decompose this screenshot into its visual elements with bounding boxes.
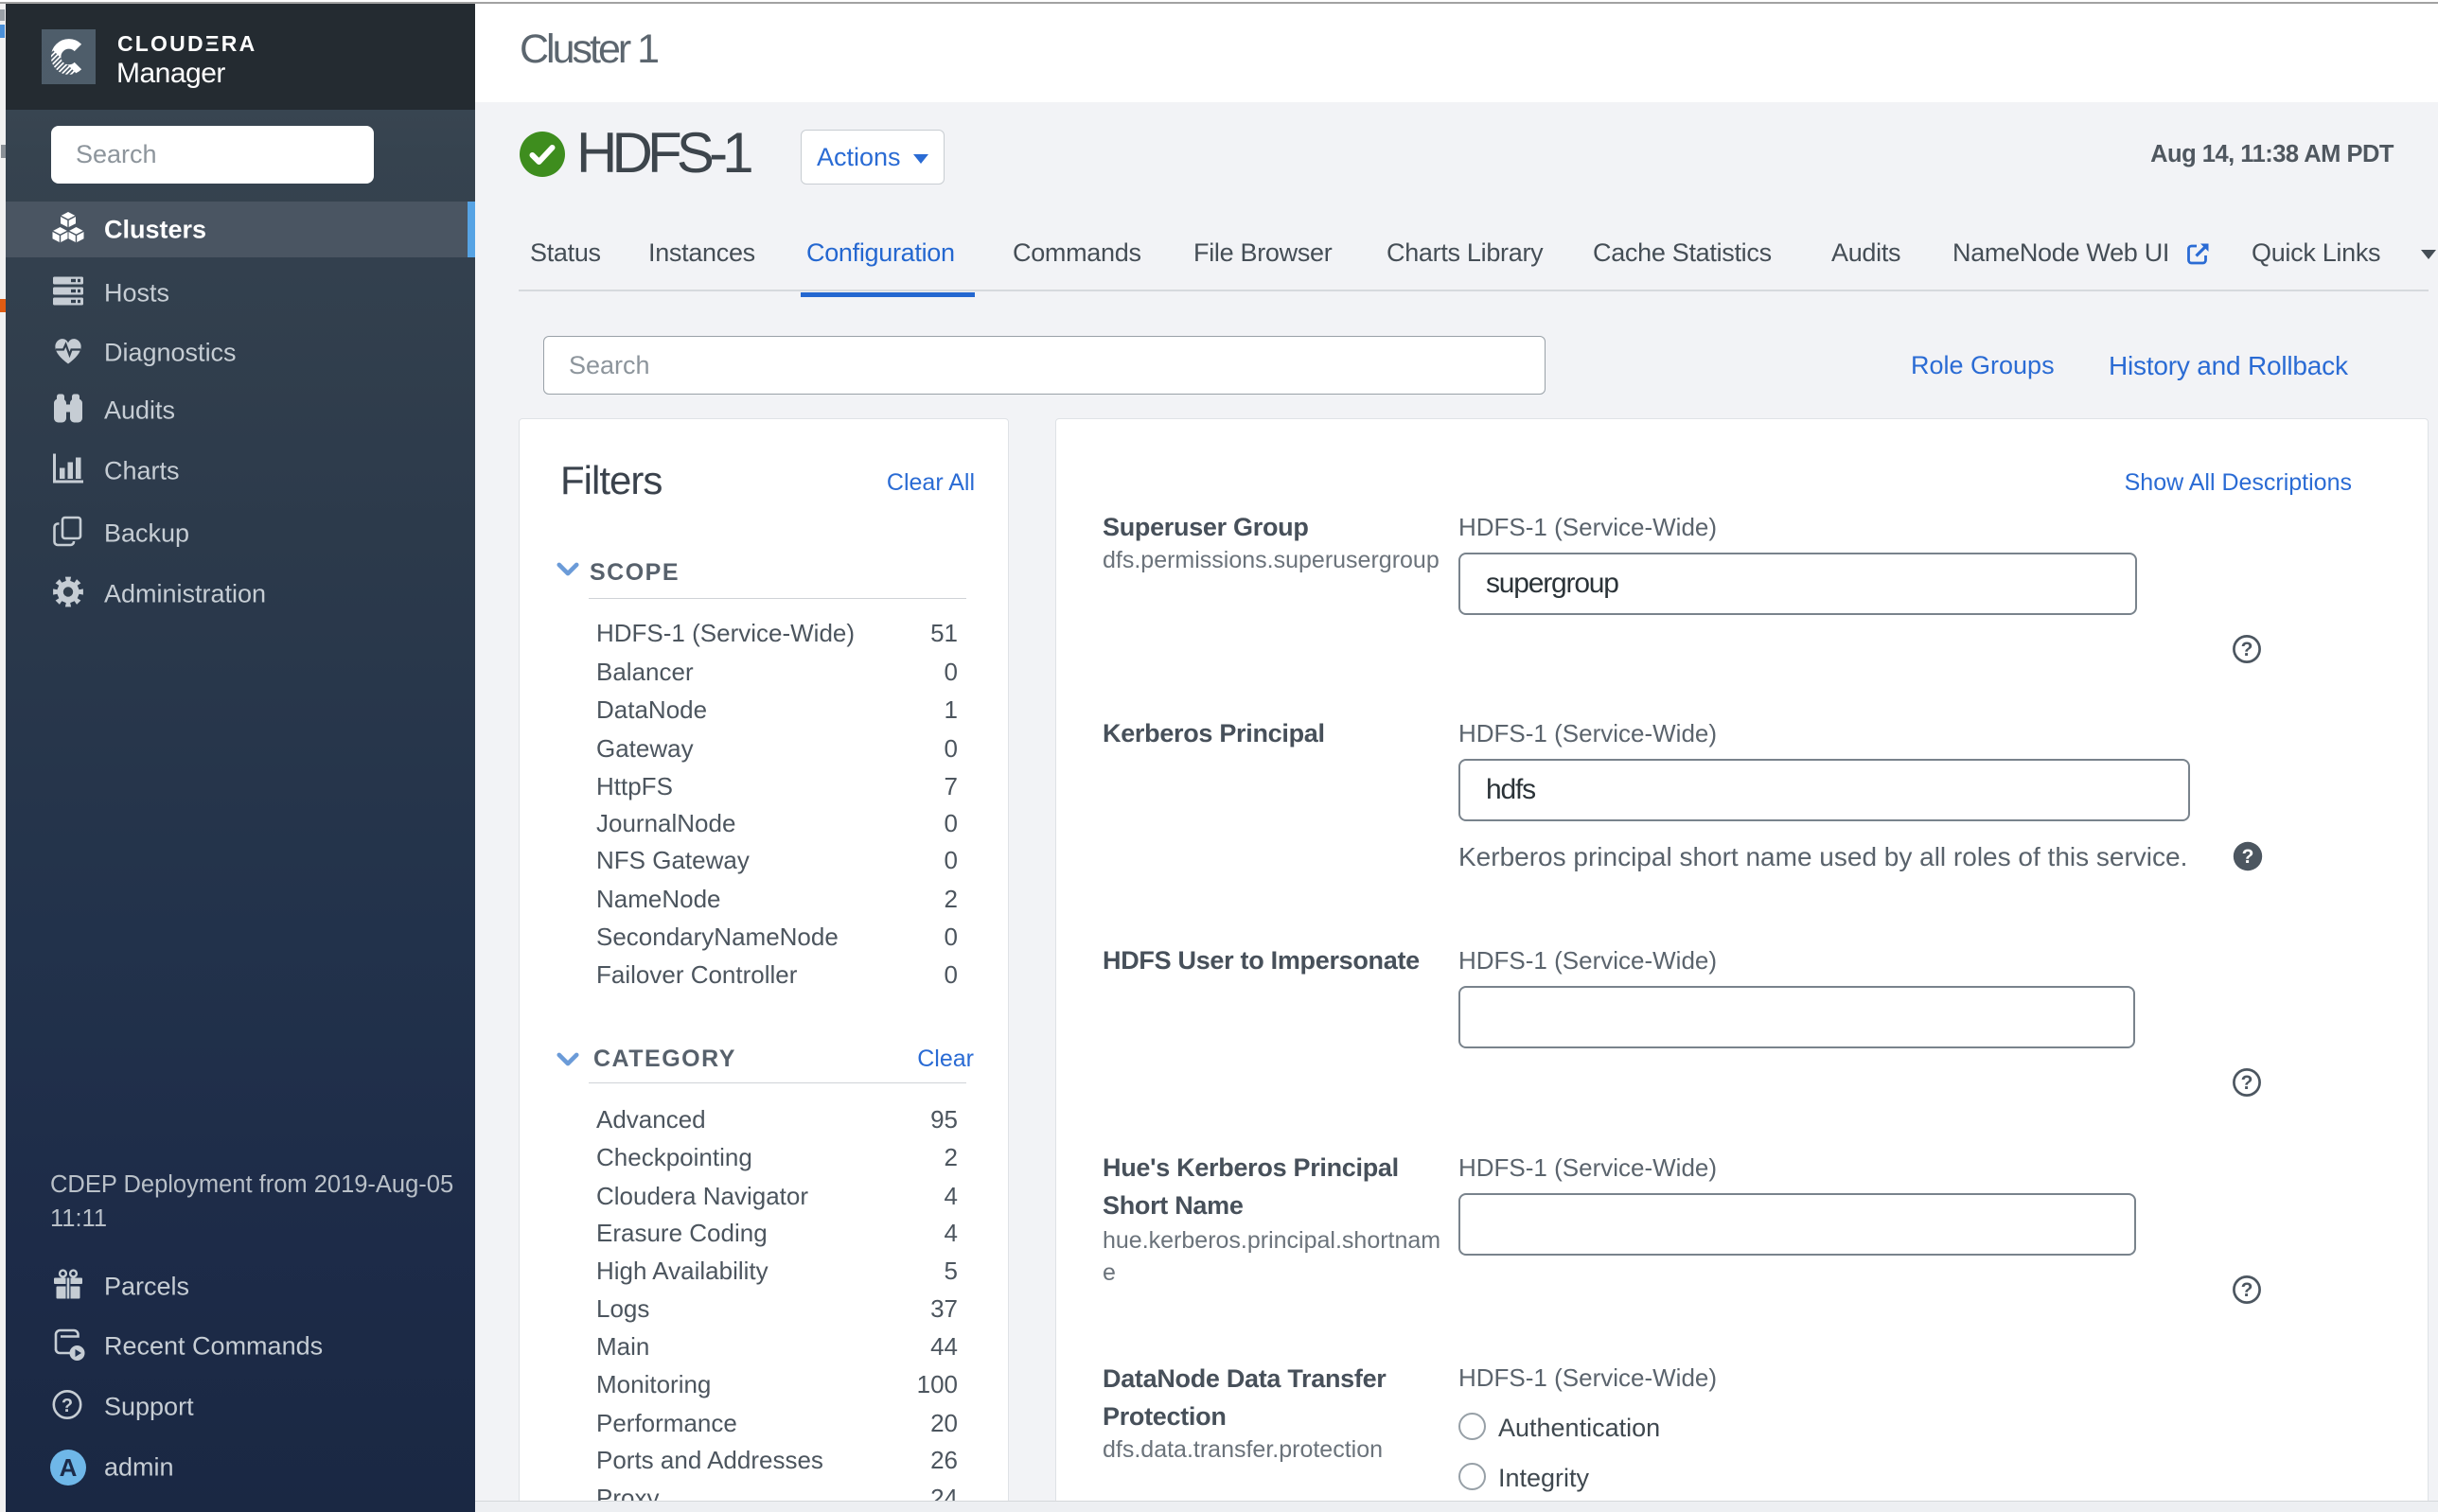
- svg-text:?: ?: [2241, 639, 2253, 660]
- svg-text:?: ?: [2241, 1072, 2253, 1094]
- svg-text:?: ?: [2242, 846, 2254, 868]
- svg-text:?: ?: [62, 1396, 73, 1416]
- svg-text:?: ?: [2241, 1279, 2253, 1301]
